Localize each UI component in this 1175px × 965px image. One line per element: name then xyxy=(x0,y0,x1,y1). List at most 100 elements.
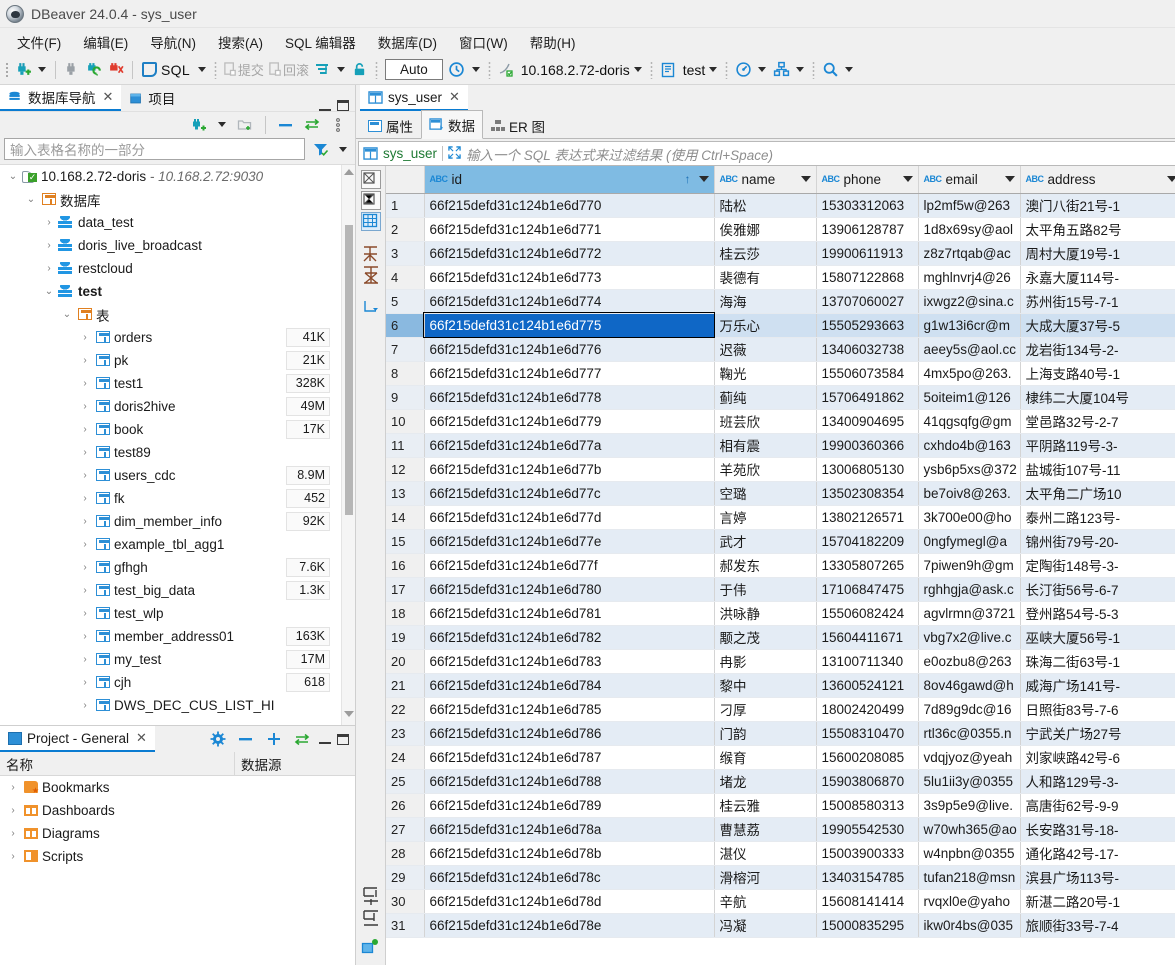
cell-name[interactable]: 相有震 xyxy=(714,433,817,458)
link-editor-icon[interactable] xyxy=(301,114,323,136)
transaction-mode-icon[interactable] xyxy=(311,58,333,82)
project-tree[interactable]: › Bookmarks › Dashboards › Diagrams › Scripts xyxy=(0,776,355,965)
cell-address[interactable]: 泰州二路123号- xyxy=(1020,505,1175,530)
collapse-all-icon[interactable] xyxy=(275,114,297,136)
tree-expander[interactable]: › xyxy=(78,608,92,619)
cell-id[interactable]: 66f215defd31c124b1e6d779 xyxy=(424,409,715,434)
close-icon[interactable]: ✕ xyxy=(136,730,147,746)
cell-id[interactable]: 66f215defd31c124b1e6d777 xyxy=(424,361,715,386)
scroll-down-icon[interactable] xyxy=(344,711,354,717)
tree-item[interactable]: › restcloud xyxy=(0,257,342,280)
row-number[interactable]: 31 xyxy=(386,913,425,938)
cell-email[interactable]: lp2mf5w@263 xyxy=(918,193,1021,218)
tree-expander[interactable]: › xyxy=(78,378,92,389)
table-row[interactable]: 8 66f215defd31c124b1e6d777 鞠光 15506073584 4m… xyxy=(386,361,1175,386)
sql-filter-bar[interactable]: sys_user 输入一个 SQL 表达式来过滤结果 (使用 Ctrl+Spac… xyxy=(358,141,1175,166)
add-icon[interactable] xyxy=(263,727,285,751)
cell-address[interactable]: 高唐街62号-9-9 xyxy=(1020,793,1175,818)
cell-email[interactable]: z8z7rtqab@ac xyxy=(918,241,1021,266)
table-row[interactable]: 28 66f215defd31c124b1e6d78b 湛仪 15003900333 w… xyxy=(386,841,1175,866)
link-editor-icon[interactable] xyxy=(291,727,313,751)
table-row[interactable]: 2 66f215defd31c124b1e6d771 俟雅娜 13906128787 1… xyxy=(386,217,1175,242)
tree-item[interactable]: ⌄ 表 xyxy=(0,303,342,326)
tree-expander[interactable]: › xyxy=(42,263,56,274)
cell-name[interactable]: 冯凝 xyxy=(714,913,817,938)
row-number[interactable]: 13 xyxy=(386,481,425,506)
cell-email[interactable]: agvlrmn@3721 xyxy=(918,601,1021,626)
cell-email[interactable]: 5oiteim1@126 xyxy=(918,385,1021,410)
dashboard-dropdown-icon[interactable] xyxy=(758,67,767,72)
close-icon[interactable]: ✕ xyxy=(449,89,460,105)
tree-item[interactable]: › doris2hive 49M xyxy=(0,395,342,418)
row-number[interactable]: 23 xyxy=(386,721,425,746)
new-connection-icon[interactable] xyxy=(12,58,34,82)
row-number[interactable]: 20 xyxy=(386,649,425,674)
cell-id[interactable]: 66f215defd31c124b1e6d782 xyxy=(424,625,715,650)
tree-expander[interactable]: › xyxy=(78,447,92,458)
cell-address[interactable]: 澳门八街21号-1 xyxy=(1020,193,1175,218)
cell-name[interactable]: 海海 xyxy=(714,289,817,314)
menu-navigate[interactable]: 导航(N) xyxy=(139,29,207,55)
search-dropdown-icon[interactable] xyxy=(845,67,854,72)
cell-id[interactable]: 66f215defd31c124b1e6d77e xyxy=(424,529,715,554)
new-connection-icon[interactable] xyxy=(188,114,210,136)
result-grid[interactable]: ABC id ↑ ABC name ABC phone ABC email ABC address … xyxy=(386,166,1175,938)
cell-email[interactable]: ixwgz2@sina.c xyxy=(918,289,1021,314)
cell-name[interactable]: 迟薇 xyxy=(714,337,817,362)
cell-address[interactable]: 刘家峡路42号-6 xyxy=(1020,745,1175,770)
cell-phone[interactable]: 13406032738 xyxy=(816,337,919,362)
tree-expander[interactable]: › xyxy=(6,828,20,839)
row-number[interactable]: 10 xyxy=(386,409,425,434)
cell-email[interactable]: be7oiv8@263. xyxy=(918,481,1021,506)
tree-expander[interactable]: › xyxy=(78,516,92,527)
cell-phone[interactable]: 13502308354 xyxy=(816,481,919,506)
cell-name[interactable]: 洪咏静 xyxy=(714,601,817,626)
cell-email[interactable]: 0ngfymegl@a xyxy=(918,529,1021,554)
cell-address[interactable]: 巫峡大厦56号-1 xyxy=(1020,625,1175,650)
cell-id[interactable]: 66f215defd31c124b1e6d786 xyxy=(424,721,715,746)
new-sql-editor-button[interactable]: SQL xyxy=(138,58,194,82)
cell-name[interactable]: 裴德有 xyxy=(714,265,817,290)
database-dropdown-icon[interactable] xyxy=(709,67,718,72)
cell-name[interactable]: 缑育 xyxy=(714,745,817,770)
cell-id[interactable]: 66f215defd31c124b1e6d778 xyxy=(424,385,715,410)
gear-icon[interactable] xyxy=(207,727,229,751)
side-tab-grid[interactable] xyxy=(360,212,381,231)
table-row[interactable]: 6 66f215defd31c124b1e6d775 万乐心 15505293663 g… xyxy=(386,312,1175,338)
cell-email[interactable]: cxhdo4b@163 xyxy=(918,433,1021,458)
cell-address[interactable]: 定陶街148号-3- xyxy=(1020,553,1175,578)
table-row[interactable]: 14 66f215defd31c124b1e6d77d 言婷 13802126571 3… xyxy=(386,505,1175,530)
rollback-button[interactable]: 回滚 xyxy=(266,58,311,82)
cell-address[interactable]: 日照街83号-7-6 xyxy=(1020,697,1175,722)
column-header-address[interactable]: ABC address xyxy=(1020,166,1175,194)
cell-id[interactable]: 66f215defd31c124b1e6d77a xyxy=(424,433,715,458)
cell-address[interactable]: 平阴路119号-3- xyxy=(1020,433,1175,458)
cell-phone[interactable]: 19905542530 xyxy=(816,817,919,842)
cell-id[interactable]: 66f215defd31c124b1e6d78e xyxy=(424,913,715,938)
side-tab-text-switch[interactable] xyxy=(360,191,381,210)
cell-phone[interactable]: 15706491862 xyxy=(816,385,919,410)
new-connection-dropdown-icon[interactable] xyxy=(38,67,46,72)
cell-phone[interactable]: 17106847475 xyxy=(816,577,919,602)
row-number[interactable]: 11 xyxy=(386,433,425,458)
cell-address[interactable]: 新湛二路20号-1 xyxy=(1020,889,1175,914)
cell-email[interactable]: aeey5s@aol.cc xyxy=(918,337,1021,362)
tree-expander[interactable]: › xyxy=(78,493,92,504)
invalidate-reconnect-icon[interactable] xyxy=(105,58,127,82)
cell-name[interactable]: 班芸欣 xyxy=(714,409,817,434)
cell-phone[interactable]: 15604411671 xyxy=(816,625,919,650)
cell-id[interactable]: 66f215defd31c124b1e6d787 xyxy=(424,745,715,770)
cell-name[interactable]: 桂云雅 xyxy=(714,793,817,818)
table-row[interactable]: 13 66f215defd31c124b1e6d77c 空璐 13502308354 b… xyxy=(386,481,1175,506)
cell-phone[interactable]: 13403154785 xyxy=(816,865,919,890)
search-icon[interactable] xyxy=(819,58,841,82)
subtab-data[interactable]: 数据 xyxy=(421,110,483,139)
tree-item[interactable]: › test_wlp xyxy=(0,602,342,625)
tree-item[interactable]: › fk 452 xyxy=(0,487,342,510)
cell-address[interactable]: 苏州街15号-7-1 xyxy=(1020,289,1175,314)
tree-expander[interactable]: › xyxy=(78,677,92,688)
cell-id[interactable]: 66f215defd31c124b1e6d789 xyxy=(424,793,715,818)
cell-email[interactable]: 1d8x69sy@aol xyxy=(918,217,1021,242)
tree-item[interactable]: › cjh 618 xyxy=(0,671,342,694)
cell-phone[interactable]: 15303312063 xyxy=(816,193,919,218)
